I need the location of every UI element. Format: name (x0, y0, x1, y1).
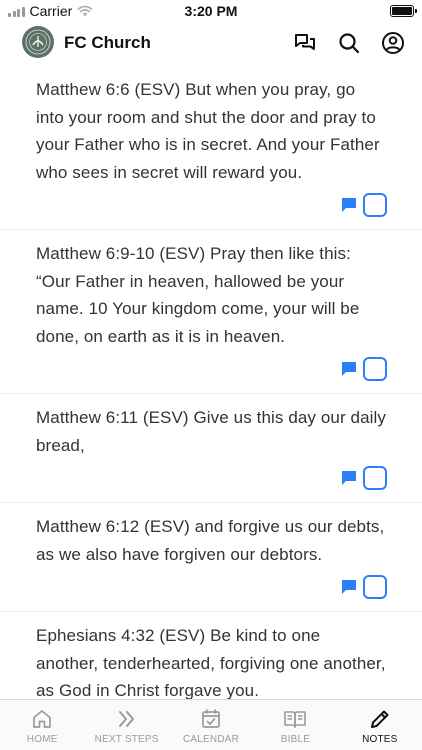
note-item: Matthew 6:12 (ESV) and forgive us our de… (0, 503, 422, 612)
tab-label: BIBLE (280, 734, 311, 745)
notes-list[interactable]: Matthew 6:6 (ESV) But when you pray, go … (0, 66, 422, 699)
note-item: Ephesians 4:32 (ESV) Be kind to one anot… (0, 612, 422, 699)
home-icon (31, 707, 53, 731)
tab-calendar[interactable]: CALENDAR (169, 700, 253, 750)
header-actions (292, 30, 406, 56)
note-actions (36, 575, 387, 599)
tab-home[interactable]: HOME (0, 700, 84, 750)
comment-icon[interactable] (341, 197, 357, 213)
status-bar: Carrier 3:20 PM (0, 0, 422, 22)
note-checkbox[interactable] (363, 193, 387, 217)
app-title: FC Church (64, 33, 151, 52)
logo-emblem-icon (25, 29, 51, 55)
comment-icon[interactable] (341, 470, 357, 486)
note-text: Ephesians 4:32 (ESV) Be kind to one anot… (36, 626, 386, 699)
note-text: Matthew 6:9-10 (ESV) Pray then like this… (36, 244, 360, 346)
tab-label: HOME (26, 734, 58, 745)
note-text: Matthew 6:6 (ESV) But when you pray, go … (36, 80, 380, 182)
chat-bubbles-icon[interactable] (292, 30, 318, 56)
tab-label: NOTES (362, 734, 398, 745)
note-text: Matthew 6:12 (ESV) and forgive us our de… (36, 517, 385, 564)
note-actions (36, 357, 387, 381)
note-text: Matthew 6:11 (ESV) Give us this day our … (36, 408, 387, 455)
note-item: Matthew 6:6 (ESV) But when you pray, go … (0, 66, 422, 230)
tab-next-steps[interactable]: NEXT STEPS (84, 700, 168, 750)
tab-label: CALENDAR (182, 734, 240, 745)
profile-icon[interactable] (380, 30, 406, 56)
double-chevron-icon (116, 707, 138, 731)
church-logo (22, 26, 54, 58)
note-item: Matthew 6:11 (ESV) Give us this day our … (0, 394, 422, 503)
search-icon[interactable] (336, 30, 362, 56)
note-actions (36, 193, 387, 217)
note-item: Matthew 6:9-10 (ESV) Pray then like this… (0, 230, 422, 394)
comment-icon[interactable] (341, 361, 357, 377)
bible-icon (283, 707, 307, 731)
note-actions (36, 466, 387, 490)
app-header: FC Church (0, 22, 422, 66)
status-time: 3:20 PM (184, 3, 238, 19)
note-checkbox[interactable] (363, 575, 387, 599)
comment-icon[interactable] (341, 579, 357, 595)
tab-bible[interactable]: BIBLE (253, 700, 337, 750)
note-checkbox[interactable] (363, 466, 387, 490)
tab-notes[interactable]: NOTES (338, 700, 422, 750)
tab-bar: HOME NEXT STEPS CALENDAR BIBLE NOTES (0, 699, 422, 750)
calendar-icon (200, 707, 222, 731)
pencil-icon (369, 707, 391, 731)
tab-label: NEXT STEPS (94, 734, 159, 745)
battery-icon (390, 5, 417, 17)
note-checkbox[interactable] (363, 357, 387, 381)
